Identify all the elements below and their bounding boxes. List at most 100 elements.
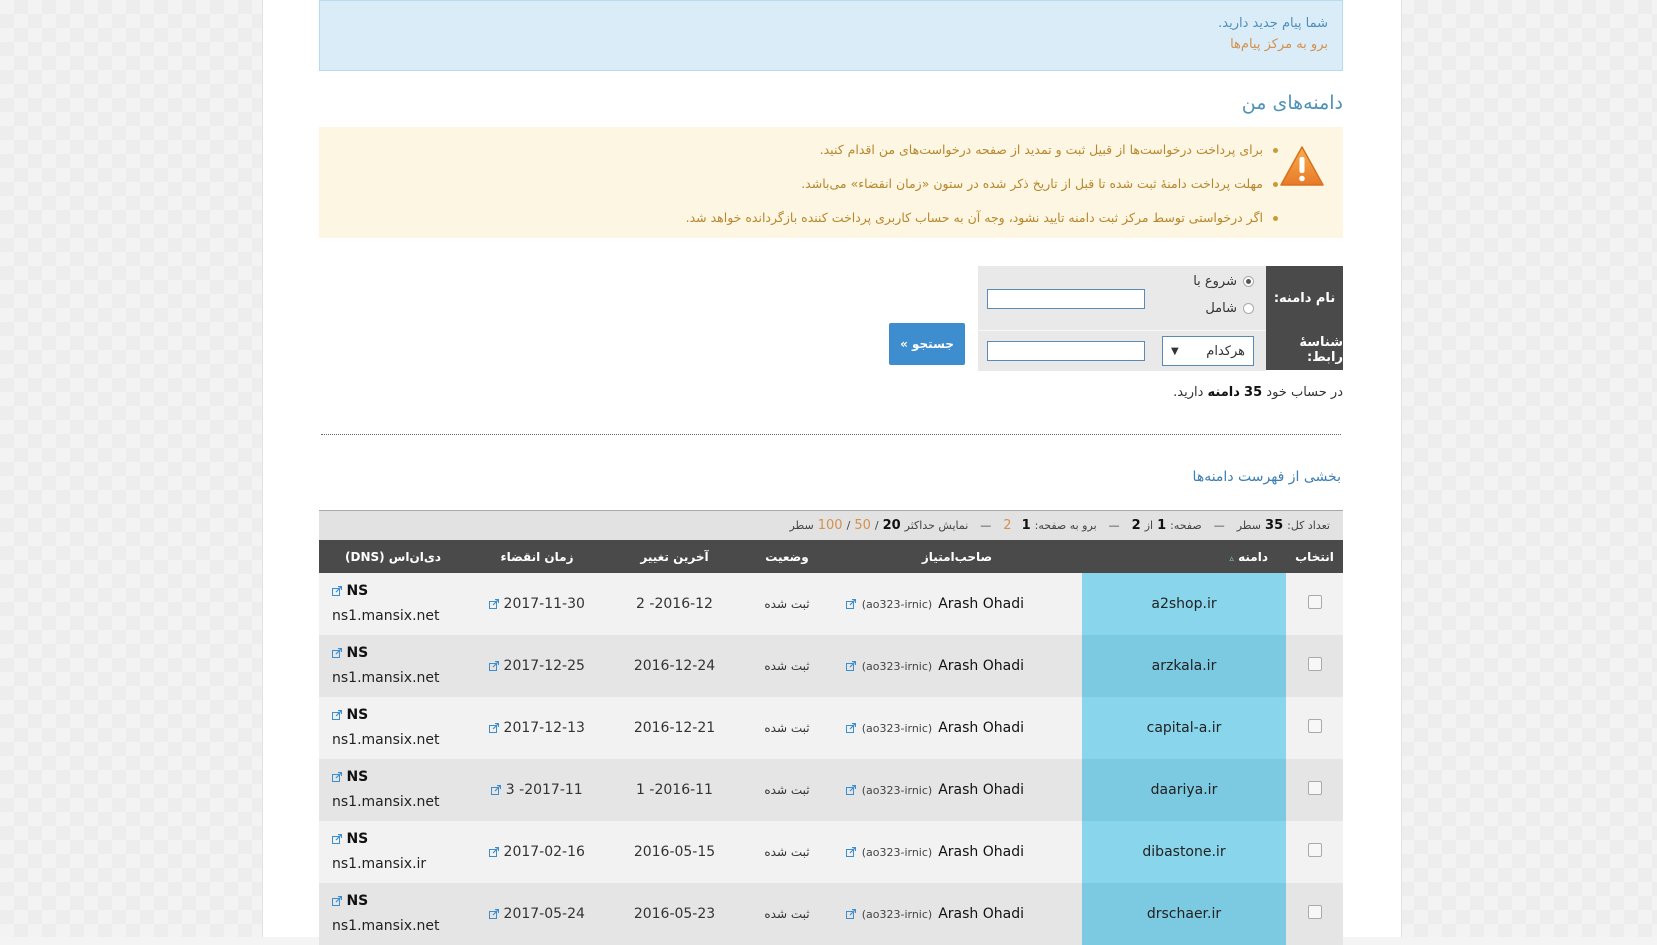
row-checkbox[interactable] [1307, 595, 1322, 609]
owner-cell: Arash Ohadi (ao323-irnic) [832, 759, 1082, 821]
domain-count: در حساب خود 35 دامنه دارید. [1173, 385, 1343, 400]
domain-name[interactable]: drschaer.ir [1147, 906, 1221, 922]
last-change-cell: 2016-05-15 [607, 821, 742, 883]
radio-starts-with[interactable]: شروع با [1193, 274, 1254, 289]
radio-contains-button[interactable] [1243, 303, 1254, 314]
col-domain[interactable]: دامنه ▵ [1082, 540, 1286, 573]
owner-name: Arash Ohadi [938, 906, 1024, 922]
domain-name[interactable]: a2shop.ir [1151, 596, 1216, 612]
domain-cell[interactable]: capital-a.ir [1082, 697, 1286, 759]
table-row: arzkala.ir Arash Ohadi (ao323-irnic) ثبت… [319, 635, 1343, 697]
external-link-icon[interactable] [489, 847, 500, 857]
external-link-icon[interactable] [489, 599, 500, 609]
external-link-icon[interactable] [489, 723, 500, 733]
owner-name: Arash Ohadi [938, 596, 1024, 612]
owner-cell: Arash Ohadi (ao323-irnic) [832, 635, 1082, 697]
last-change-date: 2016-05-23 [633, 906, 716, 922]
expire-date: 2017-12-25 [503, 658, 585, 674]
owner-handle: (ao323-irnic) [861, 907, 933, 921]
external-link-icon[interactable] [332, 896, 342, 906]
expire-date: 2017-12-13 [503, 720, 585, 736]
row-select-cell [1286, 573, 1343, 635]
external-link-icon[interactable] [845, 909, 856, 919]
expire-cell: 2017-12-25 [467, 635, 607, 697]
expire-date: 2017-11-30 [503, 596, 585, 612]
status-cell: ثبت شده [742, 573, 832, 635]
owner-name: Arash Ohadi [938, 844, 1024, 860]
goto-page-2-link[interactable]: 2 [1003, 518, 1011, 533]
last-change-cell: 2016-05-23 [607, 883, 742, 945]
external-link-icon[interactable] [332, 710, 342, 720]
domain-cell[interactable]: a2shop.ir [1082, 573, 1286, 635]
external-link-icon[interactable] [845, 661, 856, 671]
dns-host: ns1.mansix.net [332, 732, 440, 748]
page-size-50-link[interactable]: 50 [854, 518, 871, 533]
domain-name[interactable]: dibastone.ir [1142, 844, 1225, 860]
external-link-icon[interactable] [489, 909, 500, 919]
warning-icon [1280, 146, 1324, 186]
contact-id-select[interactable]: هرکدام ▼ [1162, 336, 1254, 366]
owner-cell: Arash Ohadi (ao323-irnic) [832, 697, 1082, 759]
row-select-cell [1286, 821, 1343, 883]
external-link-icon[interactable] [845, 785, 856, 795]
row-checkbox[interactable] [1307, 905, 1322, 919]
external-link-icon[interactable] [332, 772, 342, 782]
dropdown-arrow-icon: ▼ [1171, 345, 1179, 357]
external-link-icon[interactable] [845, 847, 856, 857]
page-size-100-link[interactable]: 100 [818, 518, 843, 533]
last-change-cell: 2016-12-24 [607, 635, 742, 697]
status-cell: ثبت شده [742, 759, 832, 821]
domain-name[interactable]: daariya.ir [1151, 782, 1218, 798]
owner-name: Arash Ohadi [938, 782, 1024, 798]
page-title: دامنه‌های من [1241, 92, 1343, 114]
expire-cell: 2017-11-30 [467, 573, 607, 635]
external-link-icon[interactable] [845, 723, 856, 733]
domain-name[interactable]: capital-a.ir [1147, 720, 1222, 736]
status-cell: ثبت شده [742, 883, 832, 945]
external-link-icon[interactable] [489, 661, 500, 671]
message-center-link[interactable]: برو به مرکز پیام‌ها [320, 34, 1328, 55]
domains-table: انتخاب دامنه ▵ صاحب‌امتیاز وضعیت آخرین ت… [319, 540, 1343, 945]
last-change-cell: 2016-12- 2 [607, 573, 742, 635]
dns-cell: NS ns1.mansix.ir [319, 821, 467, 883]
domain-name-input[interactable] [987, 289, 1145, 309]
table-row: daariya.ir Arash Ohadi (ao323-irnic) ثبت… [319, 759, 1343, 821]
domain-name[interactable]: arzkala.ir [1152, 658, 1217, 674]
row-checkbox[interactable] [1307, 781, 1322, 795]
domain-cell[interactable]: daariya.ir [1082, 759, 1286, 821]
row-checkbox[interactable] [1307, 843, 1322, 857]
external-link-icon[interactable] [332, 834, 342, 844]
col-owner: صاحب‌امتیاز [832, 540, 1082, 573]
last-change-cell: 2016-11- 1 [607, 759, 742, 821]
row-checkbox[interactable] [1307, 657, 1322, 671]
external-link-icon[interactable] [332, 586, 342, 596]
radio-starts-with-button[interactable] [1243, 276, 1254, 287]
row-select-cell [1286, 759, 1343, 821]
contact-id-input[interactable] [987, 341, 1145, 361]
expire-cell: 2017-05-24 [467, 883, 607, 945]
list-title: بخشی از فهرست دامنه‌ها [1192, 469, 1341, 485]
last-change-cell: 2016-12-21 [607, 697, 742, 759]
dns-cell: NS ns1.mansix.net [319, 697, 467, 759]
dns-host: ns1.mansix.ir [332, 856, 427, 872]
radio-contains[interactable]: شامل [1205, 301, 1254, 316]
expire-date: 2017-05-24 [503, 906, 585, 922]
external-link-icon[interactable] [491, 785, 502, 795]
external-link-icon[interactable] [332, 648, 342, 658]
search-button[interactable]: جستجو » [889, 323, 965, 365]
last-change-date: 2016-05-15 [633, 844, 716, 860]
expire-cell: 2017-11- 3 [467, 759, 607, 821]
last-change-date: 2016-12- 2 [636, 596, 713, 612]
external-link-icon[interactable] [845, 599, 856, 609]
table-row: a2shop.ir Arash Ohadi (ao323-irnic) ثبت … [319, 573, 1343, 635]
row-select-cell [1286, 635, 1343, 697]
col-status: وضعیت [742, 540, 832, 573]
domain-cell[interactable]: arzkala.ir [1082, 635, 1286, 697]
col-last-change: آخرین تغییر [607, 540, 742, 573]
domain-cell[interactable]: dibastone.ir [1082, 821, 1286, 883]
domain-cell[interactable]: drschaer.ir [1082, 883, 1286, 945]
message-notice: شما پیام جدید دارید. برو به مرکز پیام‌ها [319, 0, 1343, 71]
row-checkbox[interactable] [1307, 719, 1322, 733]
divider [321, 434, 1341, 435]
table-row: drschaer.ir Arash Ohadi (ao323-irnic) ثب… [319, 883, 1343, 945]
